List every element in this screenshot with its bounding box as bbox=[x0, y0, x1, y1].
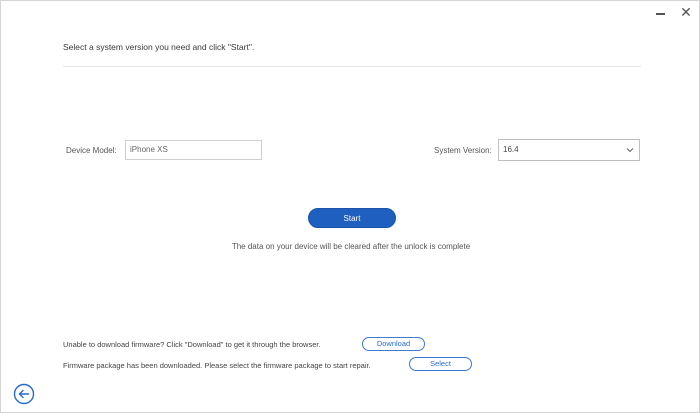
close-icon: ✕ bbox=[680, 5, 692, 21]
download-button[interactable]: Download bbox=[362, 337, 425, 351]
select-instruction: Firmware package has been downloaded. Pl… bbox=[63, 361, 371, 370]
chevron-down-icon bbox=[626, 148, 634, 153]
select-button[interactable]: Select bbox=[409, 357, 472, 371]
back-arrow-icon[interactable] bbox=[13, 383, 35, 405]
start-button[interactable]: Start bbox=[308, 208, 396, 228]
device-model-label: Device Model: bbox=[66, 146, 117, 155]
system-version-value: 16.4 bbox=[503, 145, 519, 154]
minimize-button[interactable] bbox=[651, 4, 669, 22]
minimize-icon bbox=[655, 13, 665, 15]
device-model-field[interactable]: iPhone XS bbox=[125, 140, 262, 160]
app-window: ✕ Select a system version you need and c… bbox=[0, 0, 700, 413]
instruction-text: Select a system version you need and cli… bbox=[63, 42, 255, 52]
close-button[interactable]: ✕ bbox=[677, 4, 695, 22]
download-instruction: Unable to download firmware? Click "Down… bbox=[63, 340, 321, 349]
divider bbox=[63, 66, 641, 67]
system-version-label: System Version: bbox=[434, 146, 492, 155]
data-warning-text: The data on your device will be cleared … bbox=[231, 242, 471, 251]
system-version-select[interactable]: 16.4 bbox=[498, 139, 640, 161]
